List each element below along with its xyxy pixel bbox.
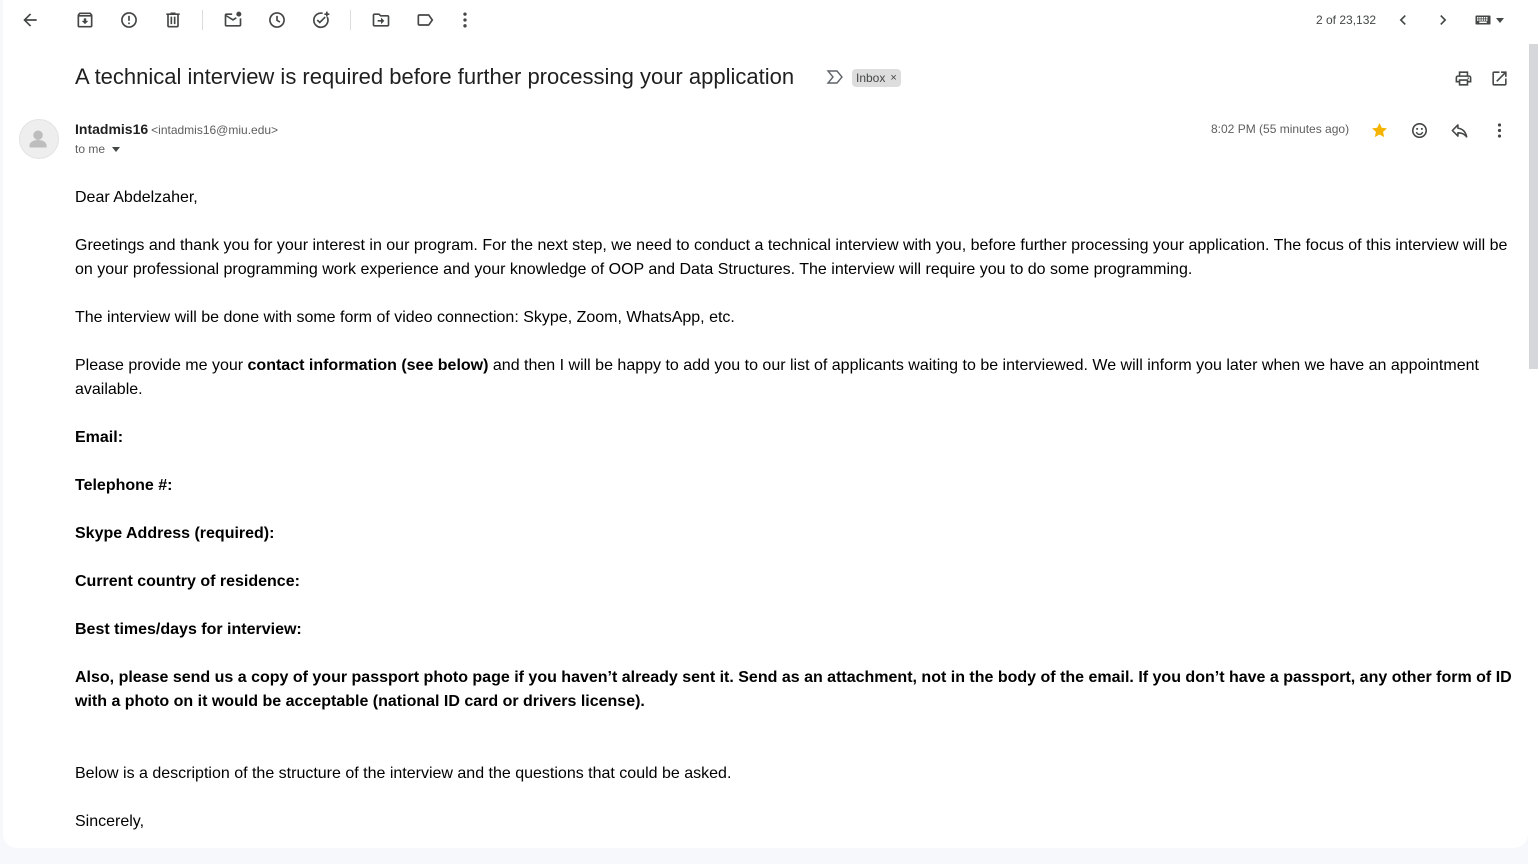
toolbar: 2 of 23,132 bbox=[3, 0, 1528, 40]
label-icon bbox=[417, 14, 434, 26]
scrollbar-thumb[interactable] bbox=[1529, 44, 1538, 369]
message-panel: 2 of 23,132 A technical interview is req… bbox=[3, 0, 1528, 848]
field-label: Email: bbox=[75, 429, 124, 446]
add-task-button[interactable] bbox=[301, 0, 341, 40]
field-label: Telephone #: bbox=[75, 477, 173, 494]
open-new-window-button[interactable] bbox=[1485, 64, 1513, 92]
open-in-new-icon bbox=[1491, 70, 1507, 86]
archive-button[interactable] bbox=[65, 0, 105, 40]
chevron-down-icon bbox=[1496, 17, 1504, 23]
field-country: Current country of residence: bbox=[75, 570, 1515, 594]
toolbar-separator bbox=[202, 10, 203, 30]
chevron-left-icon bbox=[1399, 15, 1406, 25]
sender-line: Intadmis16 <intadmis16@miu.edu> bbox=[75, 121, 278, 139]
print-all-button[interactable] bbox=[1449, 64, 1477, 92]
bold-text: Also, please send us a copy of your pass… bbox=[75, 669, 1512, 710]
recipient-details-toggle[interactable]: to me bbox=[75, 142, 121, 156]
sender-name[interactable]: Intadmis16 bbox=[75, 121, 148, 137]
field-best-times: Best times/days for interview: bbox=[75, 618, 1515, 642]
star-button[interactable] bbox=[1365, 116, 1393, 144]
body-paragraph: Please provide me your contact informati… bbox=[75, 354, 1515, 402]
labels-button[interactable] bbox=[405, 0, 445, 40]
passport-paragraph: Also, please send us a copy of your pass… bbox=[75, 666, 1515, 714]
star-icon bbox=[1371, 122, 1387, 137]
reply-icon bbox=[1451, 123, 1467, 138]
older-button[interactable] bbox=[1423, 0, 1463, 40]
sender-avatar[interactable] bbox=[19, 119, 59, 159]
person-icon bbox=[29, 130, 47, 148]
field-label: Current country of residence: bbox=[75, 573, 300, 590]
bold-text: contact information (see below) bbox=[247, 357, 489, 374]
add-reaction-button[interactable] bbox=[1405, 116, 1433, 144]
snooze-button[interactable] bbox=[257, 0, 297, 40]
newer-button[interactable] bbox=[1383, 0, 1423, 40]
body-paragraph: Below is a description of the structure … bbox=[75, 765, 732, 782]
back-icon bbox=[23, 13, 37, 27]
body-paragraph: The interview will be done with some for… bbox=[75, 309, 735, 326]
move-to-button[interactable] bbox=[361, 0, 401, 40]
message-time: 8:02 PM (55 minutes ago) bbox=[1211, 122, 1350, 136]
report-spam-button[interactable] bbox=[109, 0, 149, 40]
mark-unread-button[interactable] bbox=[213, 0, 253, 40]
move-to-icon bbox=[372, 13, 390, 27]
pager-count: 2 of 23,132 bbox=[1316, 13, 1377, 27]
field-label: Best times/days for interview: bbox=[75, 621, 302, 638]
label-chip-text: Inbox bbox=[856, 71, 886, 85]
importance-marker-icon[interactable] bbox=[826, 70, 844, 84]
archive-icon bbox=[77, 12, 93, 28]
reply-button[interactable] bbox=[1445, 116, 1473, 144]
label-chip-inbox[interactable]: Inbox × bbox=[852, 69, 901, 87]
email-subject: A technical interview is required before… bbox=[75, 64, 795, 89]
field-skype: Skype Address (required): bbox=[75, 522, 1515, 546]
delete-button[interactable] bbox=[153, 0, 193, 40]
remove-label-icon[interactable]: × bbox=[890, 69, 896, 87]
recipient-text: to me bbox=[75, 142, 106, 156]
text-span: Please provide me your bbox=[75, 357, 248, 374]
snooze-icon bbox=[269, 12, 285, 28]
input-tools-button[interactable] bbox=[1467, 0, 1511, 40]
keyboard-icon bbox=[1475, 15, 1491, 25]
emoji-icon bbox=[1411, 122, 1427, 138]
message-more-button[interactable] bbox=[1485, 116, 1513, 144]
scrollbar[interactable] bbox=[1528, 0, 1539, 864]
toolbar-separator bbox=[350, 10, 351, 30]
mark-unread-icon bbox=[224, 11, 242, 27]
delete-icon bbox=[166, 12, 180, 28]
print-icon bbox=[1455, 70, 1471, 86]
more-vert-icon bbox=[463, 12, 467, 28]
more-options-button[interactable] bbox=[445, 0, 485, 40]
sender-email: <intadmis16@miu.edu> bbox=[151, 123, 279, 137]
email-body: Dear Abdelzaher, Greetings and thank you… bbox=[75, 186, 1515, 848]
add-task-icon bbox=[312, 11, 330, 29]
report-spam-icon bbox=[121, 12, 137, 28]
more-vert-icon bbox=[1497, 122, 1501, 138]
greeting: Dear Abdelzaher, bbox=[75, 189, 198, 206]
body-paragraph: Greetings and thank you for your interes… bbox=[75, 237, 1508, 278]
chevron-right-icon bbox=[1440, 15, 1447, 25]
closing: Sincerely, bbox=[75, 813, 145, 830]
chevron-down-icon bbox=[112, 146, 121, 152]
back-button[interactable] bbox=[10, 0, 50, 40]
field-label: Skype Address (required): bbox=[75, 525, 275, 542]
field-telephone: Telephone #: bbox=[75, 474, 1515, 498]
field-email: Email: bbox=[75, 426, 1515, 450]
